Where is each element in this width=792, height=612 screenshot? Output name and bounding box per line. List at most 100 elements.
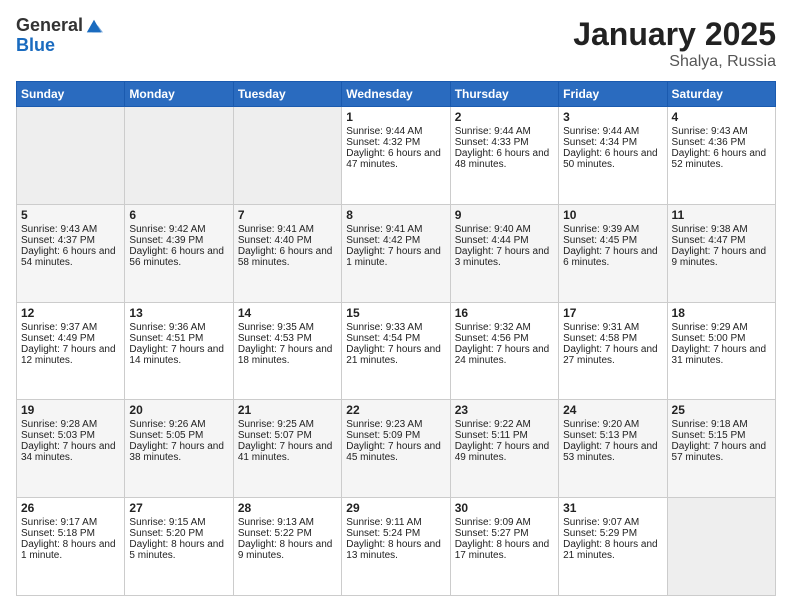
daylight-text: Daylight: 6 hours and 47 minutes. [346, 148, 441, 170]
sunrise-text: Sunrise: 9:35 AM [238, 322, 314, 333]
sunrise-text: Sunrise: 9:44 AM [455, 126, 531, 137]
day-number: 26 [21, 501, 120, 515]
calendar-week-5: 26 Sunrise: 9:17 AMSunset: 5:18 PM Dayligh… [17, 498, 776, 596]
day-number: 9 [455, 208, 554, 222]
col-monday: Monday [125, 82, 233, 107]
sunset-text: Sunset: 4:37 PM [21, 235, 95, 246]
page-header: General Blue January 2025 Shalya, Russia [16, 16, 776, 71]
sunrise-text: Sunrise: 9:41 AM [346, 224, 422, 235]
daylight-text: Daylight: 7 hours and 38 minutes. [129, 441, 224, 463]
day-number: 21 [238, 403, 337, 417]
sunset-text: Sunset: 4:47 PM [672, 235, 746, 246]
day-number: 4 [672, 110, 771, 124]
table-row: 20Sunrise: 9:26 AMSunset: 5:05 PMDayligh… [125, 400, 233, 498]
sunset-text: Sunset: 5:07 PM [238, 430, 312, 441]
sunset-text: Sunset: 5:03 PM [21, 430, 95, 441]
day-number: 1 [346, 110, 445, 124]
sunrise-text: Sunrise: 9:23 AM [346, 419, 422, 430]
calendar-week-1: 1Sunrise: 9:44 AMSunset: 4:32 PMDaylight… [17, 107, 776, 205]
sunrise-text: Sunrise: 9:07 AM [563, 517, 639, 528]
sunset-text: Sunset: 4:42 PM [346, 235, 420, 246]
table-row: 27Sunrise: 9:15 AMSunset: 5:20 PMDayligh… [125, 498, 233, 596]
sunrise-text: Sunrise: 9:36 AM [129, 322, 205, 333]
daylight-text: Daylight: 7 hours and 24 minutes. [455, 344, 550, 366]
sunrise-text: Sunrise: 9:29 AM [672, 322, 748, 333]
sunrise-text: Sunrise: 9:17 AM [21, 517, 97, 528]
table-row: 17Sunrise: 9:31 AMSunset: 4:58 PMDayligh… [559, 302, 667, 400]
sunset-text: Sunset: 4:53 PM [238, 333, 312, 344]
daylight-text: Daylight: 8 hours and 9 minutes. [238, 539, 333, 561]
daylight-text: Daylight: 6 hours and 52 minutes. [672, 148, 767, 170]
day-number: 31 [563, 501, 662, 515]
sunset-text: Sunset: 4:44 PM [455, 235, 529, 246]
sunrise-text: Sunrise: 9:40 AM [455, 224, 531, 235]
col-friday: Friday [559, 82, 667, 107]
day-number: 8 [346, 208, 445, 222]
sunset-text: Sunset: 5:00 PM [672, 333, 746, 344]
table-row: 16Sunrise: 9:32 AMSunset: 4:56 PMDayligh… [450, 302, 558, 400]
daylight-text: Daylight: 8 hours and 5 minutes. [129, 539, 224, 561]
sunrise-text: Sunrise: 9:26 AM [129, 419, 205, 430]
daylight-text: Daylight: 8 hours and 21 minutes. [563, 539, 658, 561]
logo: General Blue [16, 16, 103, 56]
day-number: 20 [129, 403, 228, 417]
sunset-text: Sunset: 5:27 PM [455, 528, 529, 539]
table-row: 8Sunrise: 9:41 AMSunset: 4:42 PMDaylight… [342, 204, 450, 302]
table-row: 18Sunrise: 9:29 AMSunset: 5:00 PMDayligh… [667, 302, 775, 400]
calendar-week-4: 19Sunrise: 9:28 AMSunset: 5:03 PMDayligh… [17, 400, 776, 498]
daylight-text: Daylight: 7 hours and 14 minutes. [129, 344, 224, 366]
table-row: 14 Sunrise: 9:35 AMSunset: 4:53 PMDayligh… [233, 302, 341, 400]
daylight-text: Daylight: 7 hours and 12 minutes. [21, 344, 116, 366]
table-row: 26Sunrise: 9:17 AMSunset: 5:18 PMDayligh… [17, 498, 125, 596]
sunrise-text: Sunrise: 9:28 AM [21, 419, 97, 430]
daylight-text: Daylight: 7 hours and 41 minutes. [238, 441, 333, 463]
sunset-text: Sunset: 5:22 PM [238, 528, 312, 539]
daylight-text: Daylight: 6 hours and 54 minutes. [21, 246, 116, 268]
day-number: 16 [455, 306, 554, 320]
table-row: 23Sunrise: 9:22 AMSunset: 5:11 PMDayligh… [450, 400, 558, 498]
table-row [233, 107, 341, 205]
daylight-text: Daylight: 6 hours and 50 minutes. [563, 148, 658, 170]
daylight-text: Daylight: 7 hours and 18 minutes. [238, 344, 333, 366]
sunset-text: Sunset: 5:09 PM [346, 430, 420, 441]
day-number: 18 [672, 306, 771, 320]
sunrise-text: Sunrise: 9:18 AM [672, 419, 748, 430]
sunset-text: Sunset: 4:58 PM [563, 333, 637, 344]
day-number: 2 [455, 110, 554, 124]
sunset-text: Sunset: 4:56 PM [455, 333, 529, 344]
day-number: 11 [672, 208, 771, 222]
daylight-text: Daylight: 6 hours and 56 minutes. [129, 246, 224, 268]
table-row: 10Sunrise: 9:39 AMSunset: 4:45 PMDayligh… [559, 204, 667, 302]
daylight-text: Daylight: 7 hours and 9 minutes. [672, 246, 767, 268]
day-number: 6 [129, 208, 228, 222]
col-tuesday: Tuesday [233, 82, 341, 107]
sunset-text: Sunset: 4:36 PM [672, 137, 746, 148]
calendar-table: Sunday Monday Tuesday Wednesday Thursday… [16, 81, 776, 596]
daylight-text: Daylight: 6 hours and 48 minutes. [455, 148, 550, 170]
logo-icon [85, 18, 103, 36]
day-number: 14 [238, 306, 337, 320]
daylight-text: Daylight: 7 hours and 57 minutes. [672, 441, 767, 463]
sunset-text: Sunset: 5:20 PM [129, 528, 203, 539]
day-number: 10 [563, 208, 662, 222]
table-row: 21Sunrise: 9:25 AMSunset: 5:07 PMDayligh… [233, 400, 341, 498]
sunset-text: Sunset: 4:40 PM [238, 235, 312, 246]
col-saturday: Saturday [667, 82, 775, 107]
table-row: 30Sunrise: 9:09 AMSunset: 5:27 PMDayligh… [450, 498, 558, 596]
sunset-text: Sunset: 5:18 PM [21, 528, 95, 539]
day-number: 24 [563, 403, 662, 417]
sunset-text: Sunset: 5:15 PM [672, 430, 746, 441]
table-row: 6Sunrise: 9:42 AMSunset: 4:39 PMDaylight… [125, 204, 233, 302]
day-number: 22 [346, 403, 445, 417]
day-number: 5 [21, 208, 120, 222]
day-number: 29 [346, 501, 445, 515]
table-row: 3Sunrise: 9:44 AMSunset: 4:34 PMDaylight… [559, 107, 667, 205]
sunset-text: Sunset: 4:51 PM [129, 333, 203, 344]
table-row: 31Sunrise: 9:07 AMSunset: 5:29 PMDayligh… [559, 498, 667, 596]
table-row: 24Sunrise: 9:20 AMSunset: 5:13 PMDayligh… [559, 400, 667, 498]
day-number: 15 [346, 306, 445, 320]
logo-blue-text: Blue [16, 36, 103, 56]
sunset-text: Sunset: 4:34 PM [563, 137, 637, 148]
table-row: 9Sunrise: 9:40 AMSunset: 4:44 PMDaylight… [450, 204, 558, 302]
day-number: 27 [129, 501, 228, 515]
